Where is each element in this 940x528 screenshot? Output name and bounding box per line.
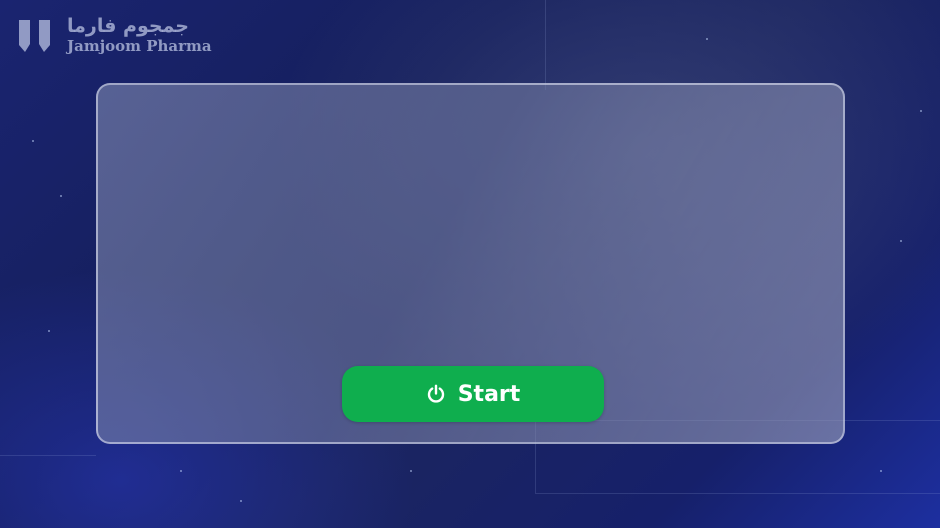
brand-logo: جمجوم فارما Jamjoom Pharma <box>17 17 212 54</box>
background-decor-line <box>545 0 546 90</box>
background-star <box>48 330 50 332</box>
background-star <box>180 470 182 472</box>
background-star <box>60 195 62 197</box>
power-icon <box>427 384 444 403</box>
background-star <box>240 500 242 502</box>
background-star <box>900 240 902 242</box>
stage-background: جمجوم فارما Jamjoom Pharma Start <box>0 0 940 528</box>
brand-name: جمجوم فارما Jamjoom Pharma <box>67 17 212 54</box>
background-star <box>920 110 922 112</box>
jamjoom-logo-mark-icon <box>19 19 50 52</box>
background-star <box>410 470 412 472</box>
background-star <box>706 38 708 40</box>
brand-name-english: Jamjoom Pharma <box>67 37 212 55</box>
background-star <box>32 140 34 142</box>
start-button-label: Start <box>457 381 521 407</box>
start-button[interactable]: Start <box>342 366 604 422</box>
brand-name-arabic: جمجوم فارما <box>67 15 189 37</box>
background-star <box>880 470 882 472</box>
background-decor-line <box>0 455 96 456</box>
